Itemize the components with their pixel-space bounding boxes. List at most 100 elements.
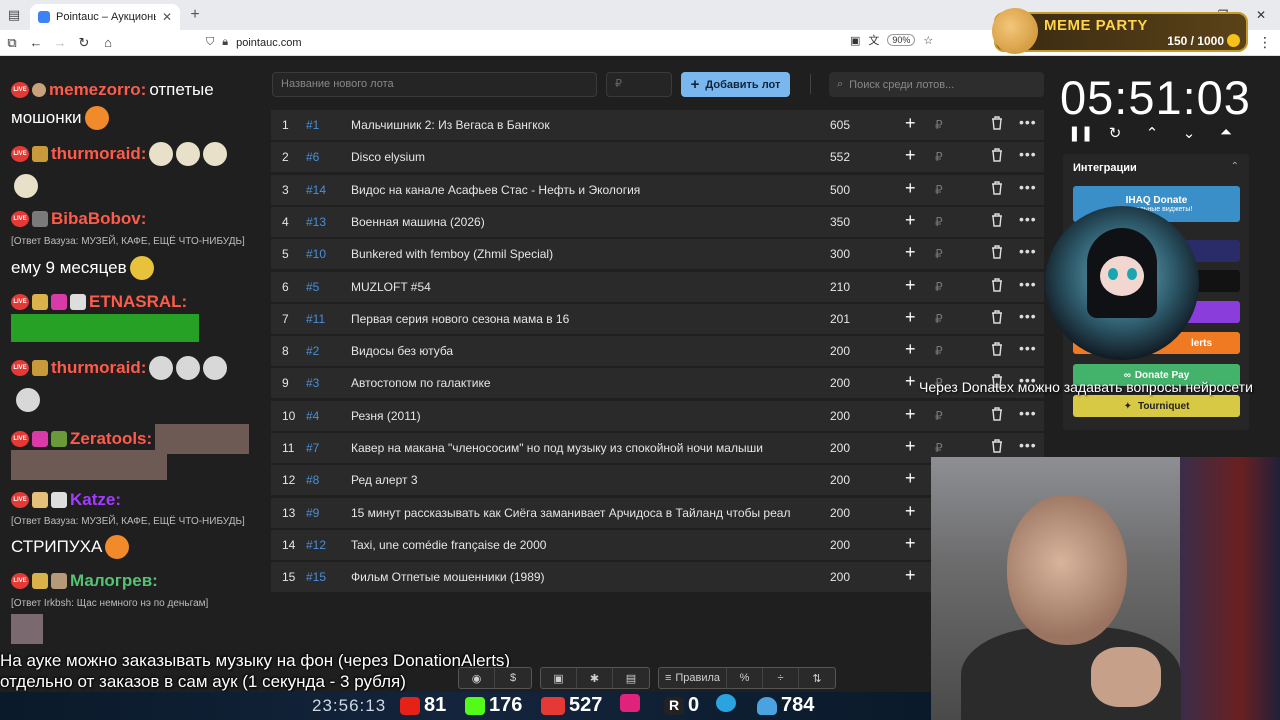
lot-amount[interactable]: 200 [830,441,850,455]
add-amount-icon[interactable]: + [905,468,916,489]
lot-amount[interactable]: 200 [830,506,850,520]
collapse-icon[interactable]: ⌃ [1231,161,1239,172]
translate-icon[interactable]: 文 [868,32,879,48]
more-options-icon[interactable]: ••• [1019,243,1037,259]
rub-icon[interactable]: ₽ [935,247,943,261]
home-icon[interactable]: ⌂ [96,31,120,55]
rub-icon[interactable]: ₽ [935,183,943,197]
add-amount-icon[interactable]: + [905,113,916,134]
lot-name[interactable]: Bunkered with femboy (Zhmil Special) [351,247,811,261]
trash-icon[interactable] [991,342,1003,356]
address-bar[interactable]: ⛉ 🔒︎ pointauc.com [206,32,946,54]
lot-row[interactable]: 12 #8 Ред алерт 3 200 + [271,465,1044,496]
archive-icon[interactable]: ▤ [613,668,649,688]
more-options-icon[interactable]: ••• [1019,405,1037,421]
browser-tab[interactable]: Pointauc – Аукционы, лотереи ✕ [30,4,180,30]
rub-icon[interactable]: ₽ [935,344,943,358]
trash-icon[interactable] [991,180,1003,195]
lot-name[interactable]: Фильм Отпетые мошенники (1989) [351,570,811,584]
lot-name[interactable]: Видосы без ютуба [351,344,811,358]
add-amount-icon[interactable]: + [905,371,916,392]
trash-icon[interactable] [991,277,1003,292]
lot-row[interactable]: 3 #14 Видос на канале Асафьев Стас - Нефть… [271,174,1044,205]
lot-row[interactable]: 13 #9 15 минут рассказывать как Сиёга зама… [271,497,1044,528]
lot-name[interactable]: Taxi, une comédie française de 2000 [351,538,811,552]
rub-icon[interactable]: ₽ [935,215,943,229]
add-amount-icon[interactable]: + [905,307,916,328]
trash-icon[interactable] [991,439,1003,453]
lot-amount[interactable]: 500 [830,183,850,197]
lot-row[interactable]: 5 #10 Bunkered with femboy (Zhmil Special)… [271,239,1044,270]
lot-amount[interactable]: 210 [830,280,850,294]
add-lot-button[interactable]: + Добавить лот [681,72,790,97]
rub-icon[interactable]: ₽ [935,312,943,326]
lot-amount[interactable]: 200 [830,538,850,552]
sort-icon[interactable]: ⇅ [799,668,835,688]
zoom-level[interactable]: 90% [887,34,916,46]
more-options-icon[interactable]: ••• [1019,114,1037,130]
lot-amount[interactable]: 200 [830,570,850,584]
lot-name[interactable]: Мальчишник 2: Из Вегаса в Бангкок [351,118,811,132]
more-options-icon[interactable]: ••• [1019,308,1037,324]
lot-name[interactable]: Видос на канале Асафьев Стас - Нефть и Э… [351,183,811,197]
add-amount-icon[interactable]: + [905,565,916,586]
chevron-up-icon[interactable]: ⌃ [1142,124,1162,142]
add-amount-icon[interactable]: + [905,178,916,199]
lot-amount[interactable]: 300 [830,247,850,261]
lot-name[interactable]: MUZLOFT #54 [351,280,811,294]
forward-icon[interactable]: → [48,31,72,55]
lot-name[interactable]: Первая серия нового сезона мама в 16 [351,312,811,326]
add-amount-icon[interactable]: + [905,533,916,554]
lot-row[interactable]: 10 #4 Резня (2011) 200 + ₽ ••• [271,400,1044,431]
rub-icon[interactable]: ₽ [935,118,943,132]
more-options-icon[interactable]: ••• [1019,146,1037,162]
pause-icon[interactable]: ❚❚ [1068,124,1093,142]
lock-icon[interactable]: 🔒︎ [222,36,228,49]
rub-icon[interactable]: ₽ [935,441,943,455]
lot-row[interactable]: 4 #13 Военная машина (2026) 350 + ₽ ••• [271,206,1044,237]
add-amount-icon[interactable]: + [905,339,916,360]
add-amount-icon[interactable]: + [905,275,916,296]
lot-amount[interactable]: 200 [830,409,850,423]
lot-amount[interactable]: 201 [830,312,850,326]
reset-icon[interactable]: ↻ [1105,124,1125,142]
lot-row[interactable]: 8 #2 Видосы без ютуба 200 + ₽ ••• [271,336,1044,367]
add-amount-icon[interactable]: + [905,242,916,263]
close-tab-icon[interactable]: ✕ [162,10,172,24]
lot-name[interactable]: Автостопом по галактике [351,376,811,390]
reader-icon[interactable]: ▣ [850,34,860,47]
lot-row[interactable]: 11 #7 Кавер на макана "членососим" но под … [271,433,1044,463]
trash-icon[interactable] [991,310,1003,324]
collections-icon[interactable]: ⧉ [0,31,24,55]
add-amount-icon[interactable]: + [905,145,916,166]
percent-icon[interactable]: % [727,668,763,688]
add-amount-icon[interactable]: + [905,436,916,457]
lot-amount[interactable]: 200 [830,473,850,487]
save-icon[interactable]: ▣ [541,668,577,688]
more-options-icon[interactable]: ••• [1019,437,1037,453]
shield-icon[interactable]: ⛉ [206,36,214,49]
more-options-icon[interactable]: ••• [1019,276,1037,292]
rub-icon[interactable]: ₽ [935,150,943,164]
chevron-down-icon[interactable]: ⌄ [1179,124,1199,142]
lot-amount[interactable]: 605 [830,118,850,132]
lot-name[interactable]: Disco elysium [351,150,811,164]
lot-row[interactable]: 6 #5 MUZLOFT #54 210 + ₽ ••• [271,271,1044,302]
add-amount-icon[interactable]: + [905,501,916,522]
tab-list-icon[interactable]: ▤ [0,0,28,30]
lot-amount[interactable]: 552 [830,150,850,164]
rules-button[interactable]: ≡ Правила [659,668,727,688]
rub-icon[interactable]: ₽ [935,280,943,294]
trash-icon[interactable] [991,116,1003,130]
back-icon[interactable]: ← [24,31,48,55]
tourniquet-button[interactable]: ✦ Tourniquet [1073,395,1240,417]
add-amount-icon[interactable]: + [905,404,916,425]
lot-name[interactable]: 15 минут рассказывать как Сиёга заманива… [351,506,811,520]
new-tab-icon[interactable]: + [180,0,210,30]
double-chevron-up-icon[interactable]: ⏶ [1216,124,1236,142]
lot-row[interactable]: 7 #11 Первая серия нового сезона мама в 16… [271,303,1044,334]
add-amount-icon[interactable]: + [905,210,916,231]
lot-name[interactable]: Резня (2011) [351,409,811,423]
trash-icon[interactable] [991,213,1003,227]
lot-search-input[interactable]: ⌕ Поиск среди лотов... [829,72,1044,97]
